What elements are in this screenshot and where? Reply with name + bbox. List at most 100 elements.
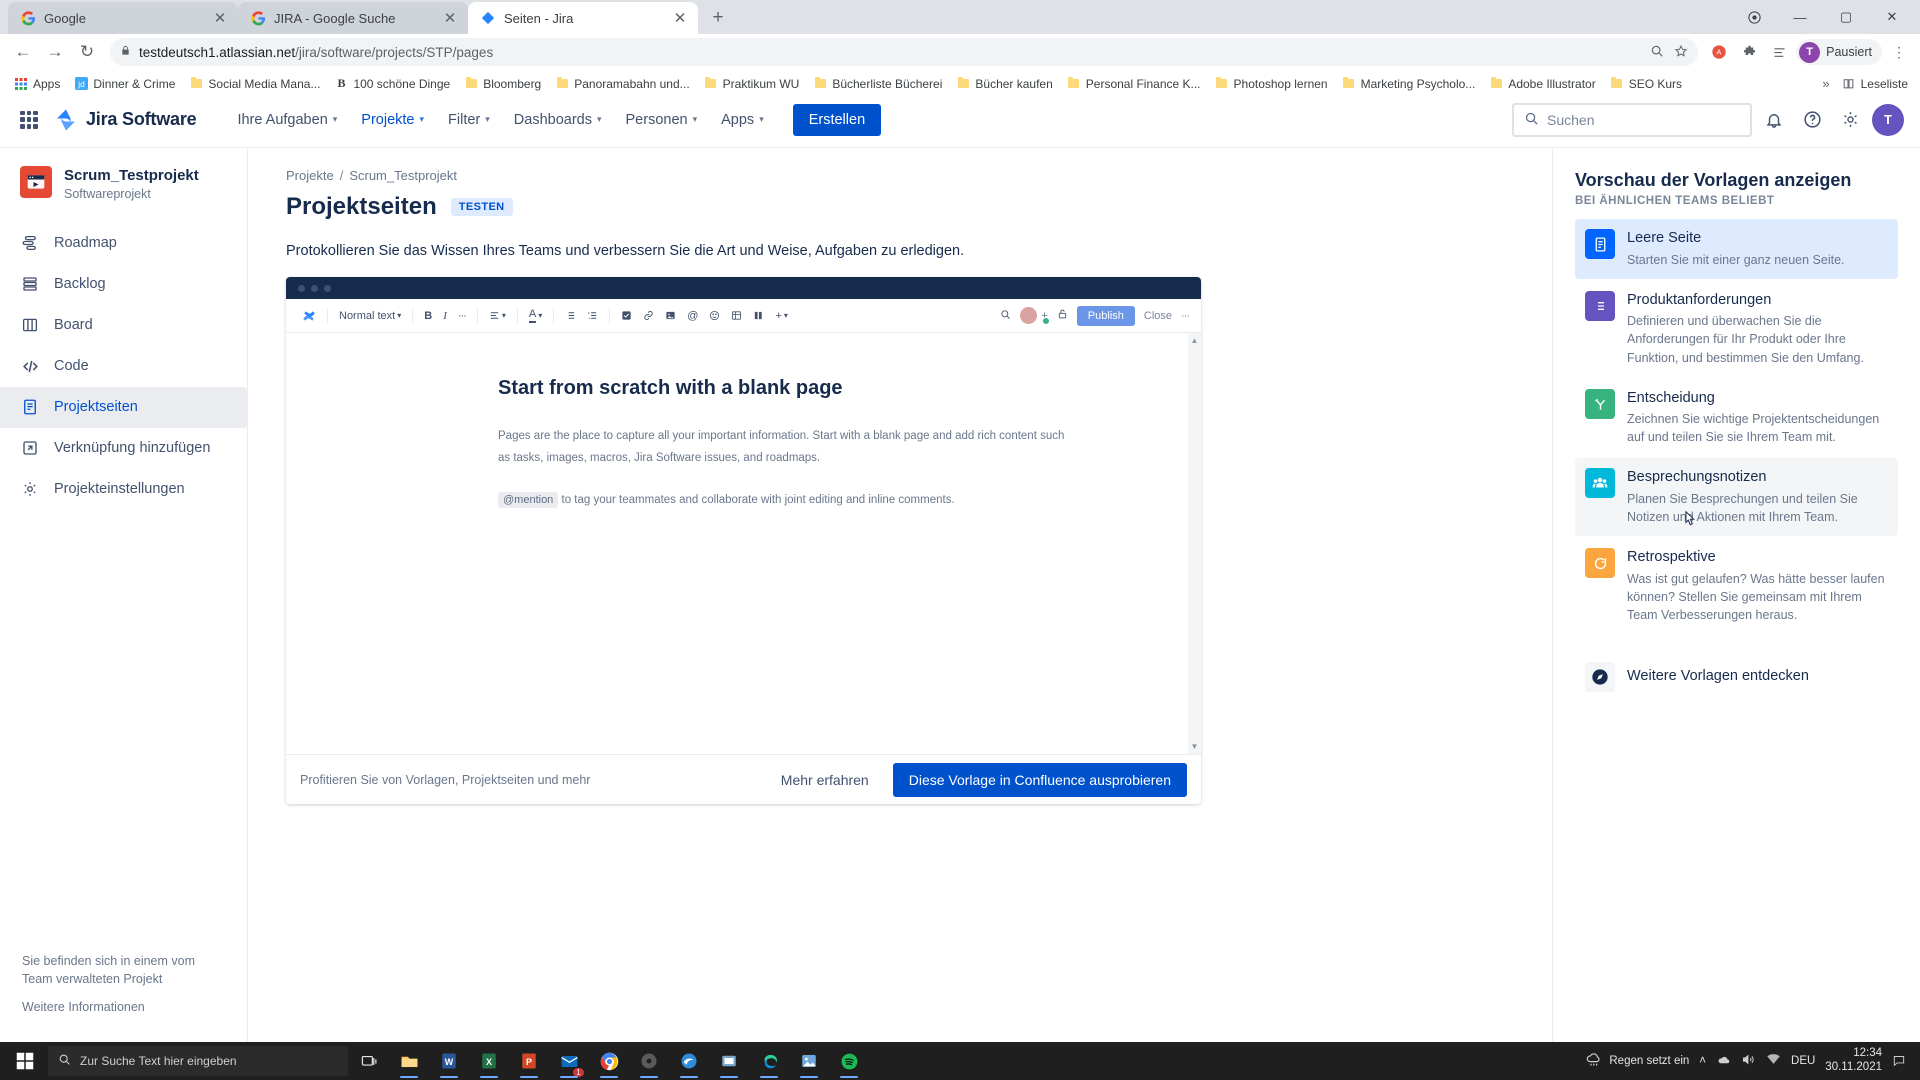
clock[interactable]: 12:34 30.11.2021	[1825, 1047, 1882, 1075]
powerpoint-icon[interactable]: P	[510, 1042, 548, 1080]
photos-icon[interactable]	[790, 1042, 828, 1080]
puzzle-icon[interactable]	[1736, 39, 1762, 65]
minimize-button[interactable]: —	[1778, 2, 1822, 32]
bookmark-bloomberg[interactable]: Bloomberg	[458, 74, 547, 94]
try-template-button[interactable]: Diese Vorlage in Confluence ausprobieren	[892, 762, 1187, 797]
template-item-produktanforderungen[interactable]: Produktanforderungen Definieren und über…	[1575, 281, 1898, 377]
zoom-icon[interactable]	[1650, 44, 1664, 61]
template-item-entscheidung[interactable]: Entscheidung Zeichnen Sie wichtige Proje…	[1575, 379, 1898, 457]
template-item-besprechungsnotizen[interactable]: Besprechungsnotizen Planen Sie Besprechu…	[1575, 458, 1898, 537]
profile-button[interactable]: T Pausiert	[1796, 39, 1882, 65]
onedrive-icon[interactable]	[1716, 1052, 1731, 1070]
taskbar-search-input[interactable]: Zur Suche Text hier eingeben	[48, 1046, 348, 1076]
template-item-leere-seite[interactable]: Leere Seite Starten Sie mit einer ganz n…	[1575, 219, 1898, 279]
volume-icon[interactable]	[1741, 1052, 1756, 1070]
bold-button[interactable]: B	[420, 307, 436, 325]
bookmark-dinner-crime[interactable]: jd Dinner & Crime	[68, 74, 181, 94]
list-icon[interactable]	[1766, 39, 1792, 65]
scroll-up-icon[interactable]: ▲	[1188, 336, 1201, 345]
nav-item-dashboards[interactable]: Dashboards ▾	[503, 105, 613, 135]
bullet-list-icon[interactable]	[561, 307, 580, 324]
start-button[interactable]	[4, 1042, 46, 1080]
template-item-retrospektive[interactable]: Retrospektive Was ist gut gelaufen? Was …	[1575, 538, 1898, 634]
align-icon[interactable]: ▾	[485, 307, 510, 324]
insert-more-icon[interactable]: + ▾	[771, 307, 791, 325]
bookmark-seo-kurs[interactable]: SEO Kurs	[1604, 74, 1688, 94]
sidebar-item-backlog[interactable]: Backlog	[0, 264, 247, 305]
nav-item-ihre-aufgaben[interactable]: Ihre Aufgaben ▾	[226, 105, 348, 135]
breadcrumb-current[interactable]: Scrum_Testprojekt	[349, 168, 457, 183]
bookmark-panoramabahn[interactable]: Panoramabahn und...	[549, 74, 695, 94]
sidebar-item-verknuepfung-hinzufuegen[interactable]: Verknüpfung hinzufügen	[0, 428, 247, 469]
bookmark-adobe-illustrator[interactable]: Adobe Illustrator	[1483, 74, 1601, 94]
bookmark-buecher-kaufen[interactable]: Bücher kaufen	[950, 74, 1058, 94]
more-formatting-icon[interactable]: ···	[454, 307, 470, 325]
outlook-icon[interactable]: 1	[550, 1042, 588, 1080]
notifications-icon[interactable]	[1758, 104, 1790, 136]
italic-button[interactable]: I	[439, 307, 451, 325]
create-button[interactable]: Erstellen	[792, 103, 882, 136]
close-icon[interactable]: ✕	[212, 9, 228, 27]
page-restrictions-icon[interactable]	[1057, 308, 1068, 323]
preview-scrollbar[interactable]: ▲ ▼	[1188, 333, 1201, 754]
snip-icon[interactable]	[710, 1042, 748, 1080]
breadcrumb-root[interactable]: Projekte	[286, 168, 334, 183]
forward-icon[interactable]: →	[40, 37, 70, 67]
search-input[interactable]: Suchen	[1512, 102, 1752, 137]
edge-icon[interactable]	[750, 1042, 788, 1080]
sidebar-item-projektseiten[interactable]: Projektseiten	[0, 386, 247, 428]
chrome-icon[interactable]	[590, 1042, 628, 1080]
edge-legacy-icon[interactable]	[670, 1042, 708, 1080]
close-window-button[interactable]: ✕	[1870, 2, 1914, 32]
emoji-icon[interactable]	[705, 307, 724, 324]
close-editor-button[interactable]: Close	[1144, 310, 1172, 322]
sidebar-item-roadmap[interactable]: Roadmap	[0, 223, 247, 264]
browser-tab-jira-pages[interactable]: Seiten - Jira ✕	[468, 2, 698, 34]
weather-widget[interactable]: Regen setzt ein	[1585, 1051, 1689, 1071]
nav-item-projekte[interactable]: Projekte ▾	[350, 105, 435, 135]
nav-item-personen[interactable]: Personen ▾	[615, 105, 709, 135]
sidebar-item-code[interactable]: Code	[0, 346, 247, 387]
bookmark-buecherliste[interactable]: Bücherliste Bücherei	[807, 74, 948, 94]
mention-icon[interactable]: @	[683, 307, 702, 325]
jira-logo[interactable]: Jira Software	[54, 108, 197, 132]
editor-overflow-icon[interactable]: ···	[1181, 310, 1190, 322]
discover-more-templates[interactable]: Weitere Vorlagen entdecken	[1575, 652, 1898, 702]
text-color-icon[interactable]: A ▾	[525, 305, 546, 326]
bookmark-praktikum-wu[interactable]: Praktikum WU	[698, 74, 806, 94]
text-style-select[interactable]: Normal text ▾	[335, 307, 405, 325]
collaborator-avatar[interactable]: +	[1020, 307, 1050, 325]
help-icon[interactable]	[1796, 104, 1828, 136]
sidebar-footer-link[interactable]: Weitere Informationen	[22, 1000, 225, 1014]
maximize-button[interactable]: ▢	[1824, 2, 1868, 32]
new-tab-button[interactable]: +	[704, 4, 732, 32]
image-icon[interactable]	[661, 307, 680, 324]
language-indicator[interactable]: DEU	[1791, 1055, 1815, 1067]
extension-icon[interactable]: A	[1706, 39, 1732, 65]
back-icon[interactable]: ←	[8, 37, 38, 67]
action-center-icon[interactable]	[1892, 1053, 1906, 1070]
sidebar-item-board[interactable]: Board	[0, 305, 247, 346]
nav-item-apps[interactable]: Apps ▾	[710, 105, 775, 135]
learn-more-link[interactable]: Mehr erfahren	[771, 764, 879, 796]
star-icon[interactable]	[1674, 44, 1688, 61]
project-header[interactable]: Scrum_Testprojekt Softwareprojekt	[0, 166, 247, 201]
tray-expand-icon[interactable]: ˄	[1699, 1055, 1706, 1067]
bookmarks-overflow-button[interactable]: »	[1822, 76, 1833, 91]
layout-icon[interactable]	[749, 307, 768, 324]
bookmark-photoshop[interactable]: Photoshop lernen	[1209, 74, 1334, 94]
link-icon[interactable]	[639, 307, 658, 324]
app-switcher-icon[interactable]	[20, 110, 38, 129]
spotify-icon[interactable]	[830, 1042, 868, 1080]
reload-icon[interactable]: ↻	[72, 37, 102, 67]
bookmark-personal-finance[interactable]: Personal Finance K...	[1061, 74, 1207, 94]
task-view-icon[interactable]	[350, 1042, 388, 1080]
network-icon[interactable]	[1766, 1052, 1781, 1070]
address-bar[interactable]: testdeutsch1.atlassian.net/jira/software…	[110, 38, 1699, 66]
bookmark-marketing-psychologie[interactable]: Marketing Psycholo...	[1336, 74, 1482, 94]
close-icon[interactable]: ✕	[672, 9, 688, 27]
editor-search-icon[interactable]	[1000, 309, 1011, 323]
nav-item-filter[interactable]: Filter ▾	[437, 105, 501, 135]
gear-icon[interactable]	[1834, 104, 1866, 136]
dvd-icon[interactable]	[630, 1042, 668, 1080]
